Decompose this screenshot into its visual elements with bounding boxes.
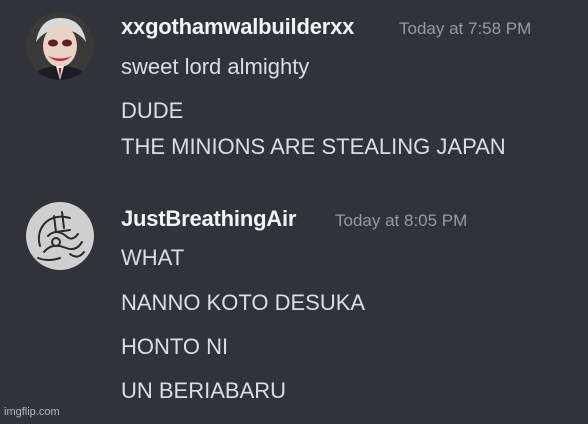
avatar-sketch[interactable] xyxy=(26,202,94,270)
message-text: THE MINIONS ARE STEALING JAPAN xyxy=(121,134,506,159)
message-text: DUDE xyxy=(121,98,184,123)
message-text: HONTO NI xyxy=(121,334,229,359)
username[interactable]: xxgothamwalbuilderxx xyxy=(121,14,354,40)
message-text: UN BERIABARU xyxy=(121,378,287,403)
sketch-avatar-icon xyxy=(26,202,94,270)
joker-avatar-icon xyxy=(26,12,94,80)
avatar-joker[interactable] xyxy=(26,12,94,80)
message-text: WHAT xyxy=(121,245,185,270)
message-timestamp: Today at 7:58 PM xyxy=(399,19,532,38)
message-timestamp: Today at 8:05 PM xyxy=(335,211,468,230)
message-text: sweet lord almighty xyxy=(121,54,310,79)
username[interactable]: JustBreathingAir xyxy=(121,206,296,232)
watermark: imgflip.com xyxy=(4,406,60,418)
message-text: NANNO KOTO DESUKA xyxy=(121,290,366,315)
